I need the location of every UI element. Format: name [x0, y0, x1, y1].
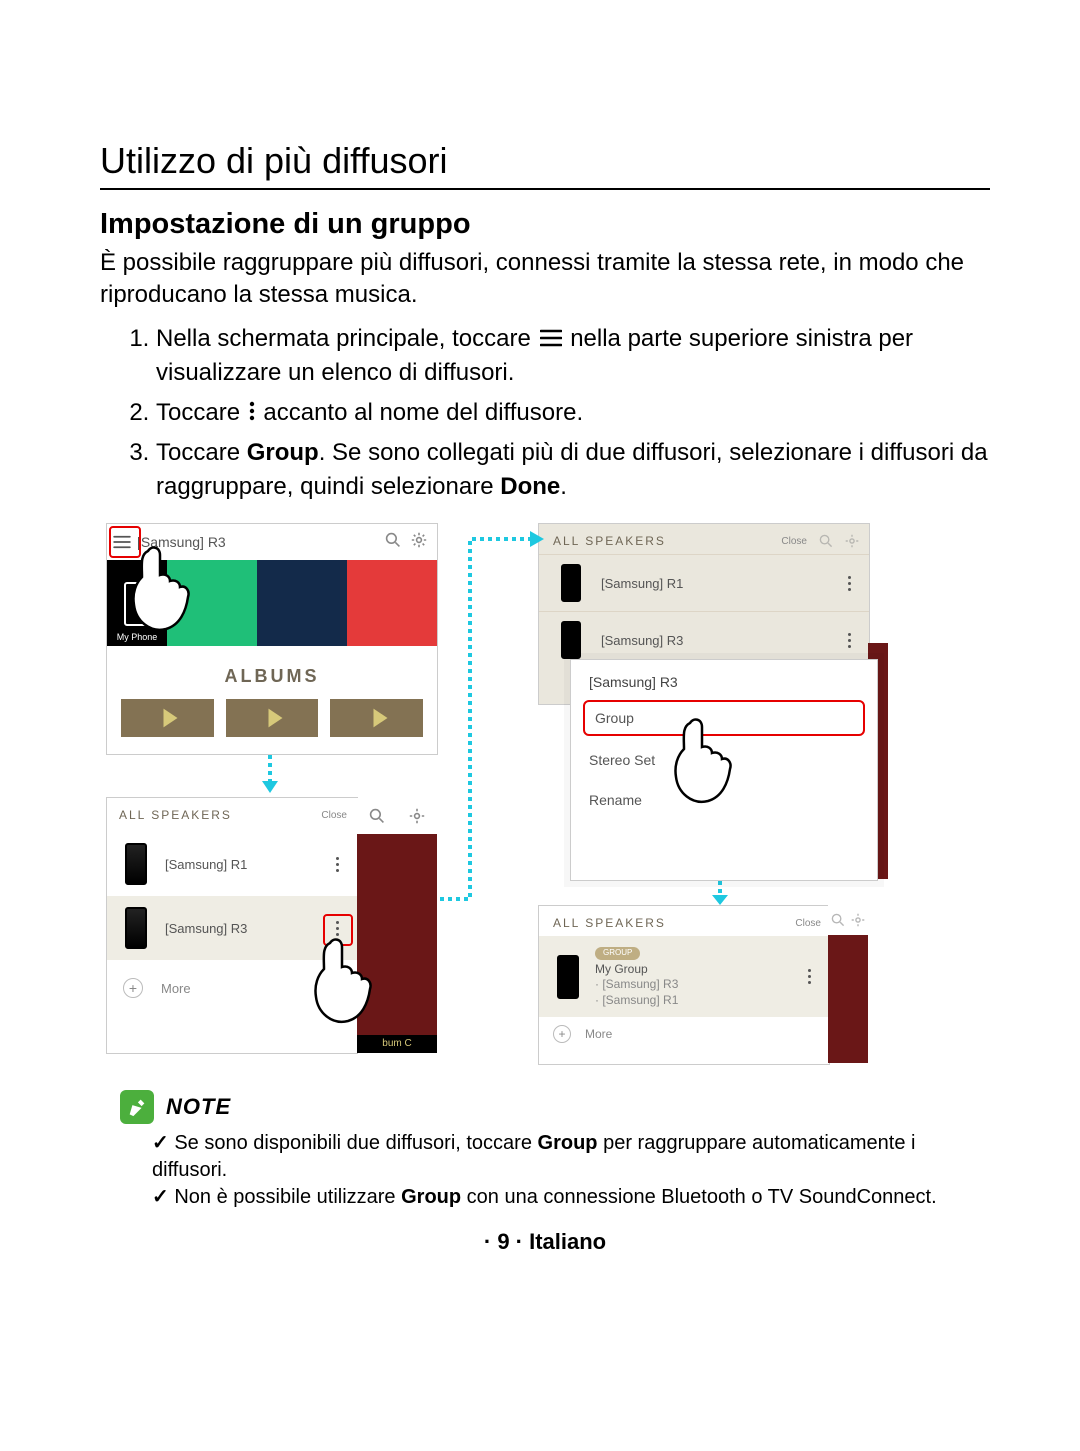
speaker-row[interactable]: [Samsung] R1 [107, 832, 357, 896]
step-1: Nella schermata principale, toccare nell… [156, 322, 990, 390]
speaker-name: [Samsung] R3 [165, 921, 327, 936]
all-speakers-title: ALL SPEAKERS [553, 534, 666, 548]
note-item: Se sono disponibili due diffusori, tocca… [152, 1130, 990, 1184]
menu-item-stereo[interactable]: Stereo Set [571, 740, 877, 780]
more-vertical-icon [249, 397, 255, 431]
my-phone-label: My Phone [117, 632, 158, 642]
step-2-text-a: Toccare [156, 399, 247, 426]
gear-icon[interactable] [411, 532, 427, 553]
note-text: Non è possibile utilizzare [174, 1186, 401, 1208]
step-3: Toccare Group. Se sono collegati più di … [156, 436, 990, 503]
group-badge: GROUP [595, 947, 640, 959]
menu-icon [540, 323, 562, 357]
search-icon[interactable] [819, 534, 833, 548]
speaker-name: [Samsung] R3 [601, 633, 839, 648]
close-button[interactable]: Close [795, 918, 821, 929]
more-vertical-icon[interactable] [799, 969, 819, 984]
add-more-button[interactable]: + More [107, 960, 357, 1016]
source-tile[interactable] [257, 560, 347, 646]
speaker-icon [557, 955, 579, 999]
album-thumb[interactable] [121, 699, 214, 737]
background-strip [828, 905, 868, 1063]
source-tile[interactable] [347, 560, 437, 646]
menu-button[interactable] [107, 535, 137, 549]
speaker-icon [561, 564, 581, 602]
step-3-text-c: . [560, 473, 567, 500]
speaker-icon [561, 621, 581, 659]
more-label: More [161, 981, 191, 996]
more-vertical-icon[interactable] [327, 921, 347, 936]
note-text: Se sono disponibili due diffusori, tocca… [174, 1132, 537, 1154]
note-icon [120, 1090, 154, 1124]
more-vertical-icon[interactable] [839, 576, 859, 591]
source-my-phone[interactable]: My Phone [107, 560, 167, 646]
group-name: My Group [595, 962, 648, 976]
menu-item-group[interactable]: Group [583, 700, 865, 736]
plus-icon: + [553, 1025, 571, 1043]
speaker-name: [Samsung] R1 [601, 576, 839, 591]
albums-heading: ALBUMS [107, 646, 437, 699]
all-speakers-title: ALL SPEAKERS [119, 808, 232, 822]
divider [100, 188, 990, 190]
album-thumb[interactable] [226, 699, 319, 737]
app-title: [Samsung] R3 [137, 534, 385, 550]
speaker-context-menu: [Samsung] R3 Group Stereo Set Rename [570, 659, 878, 881]
close-button[interactable]: Close [321, 810, 357, 821]
search-icon[interactable] [385, 532, 401, 553]
source-tile[interactable] [167, 560, 257, 646]
speaker-row[interactable]: [Samsung] R1 [539, 554, 869, 611]
flow-arrow-icon [260, 755, 280, 795]
search-icon[interactable] [369, 808, 385, 824]
speaker-icon [125, 907, 147, 949]
note-item: Non è possibile utilizzare Group con una… [152, 1184, 990, 1211]
add-more-button[interactable]: + More [539, 1017, 829, 1051]
phone-icon [124, 582, 150, 626]
step-2: Toccare accanto al nome del diffusore. [156, 396, 990, 430]
background-strip: bum C [357, 798, 437, 1053]
speaker-row-selected[interactable]: [Samsung] R3 [107, 896, 357, 960]
step-3-bold-1: Group [247, 439, 319, 466]
screenshot-all-speakers: ALL SPEAKERS Close [Samsung] R1 [Samsung… [106, 797, 358, 1054]
intro-text: È possibile raggruppare più diffusori, c… [100, 247, 990, 312]
all-speakers-title: ALL SPEAKERS [553, 916, 666, 930]
note-bold: Group [538, 1132, 598, 1154]
search-icon[interactable] [831, 913, 845, 927]
page-title: Utilizzo di più diffusori [100, 140, 990, 182]
close-button[interactable]: Close [781, 536, 807, 547]
step-3-bold-2: Done [500, 473, 560, 500]
album-thumb[interactable] [330, 699, 423, 737]
gear-icon[interactable] [851, 913, 865, 927]
step-1-text-a: Nella schermata principale, toccare [156, 325, 538, 352]
speaker-name: [Samsung] R1 [165, 857, 327, 872]
flow-arrow-icon [710, 881, 730, 907]
group-member: · [Samsung] R1 [595, 993, 678, 1007]
gear-icon[interactable] [409, 808, 425, 824]
section-heading: Impostazione di un gruppo [100, 208, 990, 241]
step-3-text-a: Toccare [156, 439, 247, 466]
note-text: con una connessione Bluetooth o TV Sound… [461, 1186, 937, 1208]
step-list: Nella schermata principale, toccare nell… [100, 322, 990, 504]
more-vertical-icon[interactable] [839, 633, 859, 648]
step-2-text-b: accanto al nome del diffusore. [263, 399, 583, 426]
menu-item-rename[interactable]: Rename [571, 780, 877, 820]
group-row[interactable]: GROUP My Group · [Samsung] R3 · [Samsung… [539, 936, 829, 1016]
screenshot-main: [Samsung] R3 My Phone ALBUMS [106, 523, 438, 755]
page-footer: · 9 · Italiano [100, 1229, 990, 1255]
album-label-crop: bum C [357, 1035, 437, 1053]
screenshot-grouped: ALL SPEAKERS Close GROUP My Group · [Sam… [538, 905, 830, 1065]
note-label: NOTE [166, 1094, 231, 1120]
gear-icon[interactable] [845, 534, 859, 548]
menu-title: [Samsung] R3 [571, 660, 877, 696]
speaker-icon [125, 843, 147, 885]
group-member: · [Samsung] R3 [595, 977, 678, 991]
more-vertical-icon[interactable] [327, 857, 347, 872]
screenshot-group: [Samsung] R3 My Phone ALBUMS [100, 517, 990, 1072]
note-bold: Group [401, 1186, 461, 1208]
plus-icon: + [123, 978, 143, 998]
note-list: Se sono disponibili due diffusori, tocca… [100, 1130, 990, 1211]
more-label: More [585, 1027, 612, 1041]
